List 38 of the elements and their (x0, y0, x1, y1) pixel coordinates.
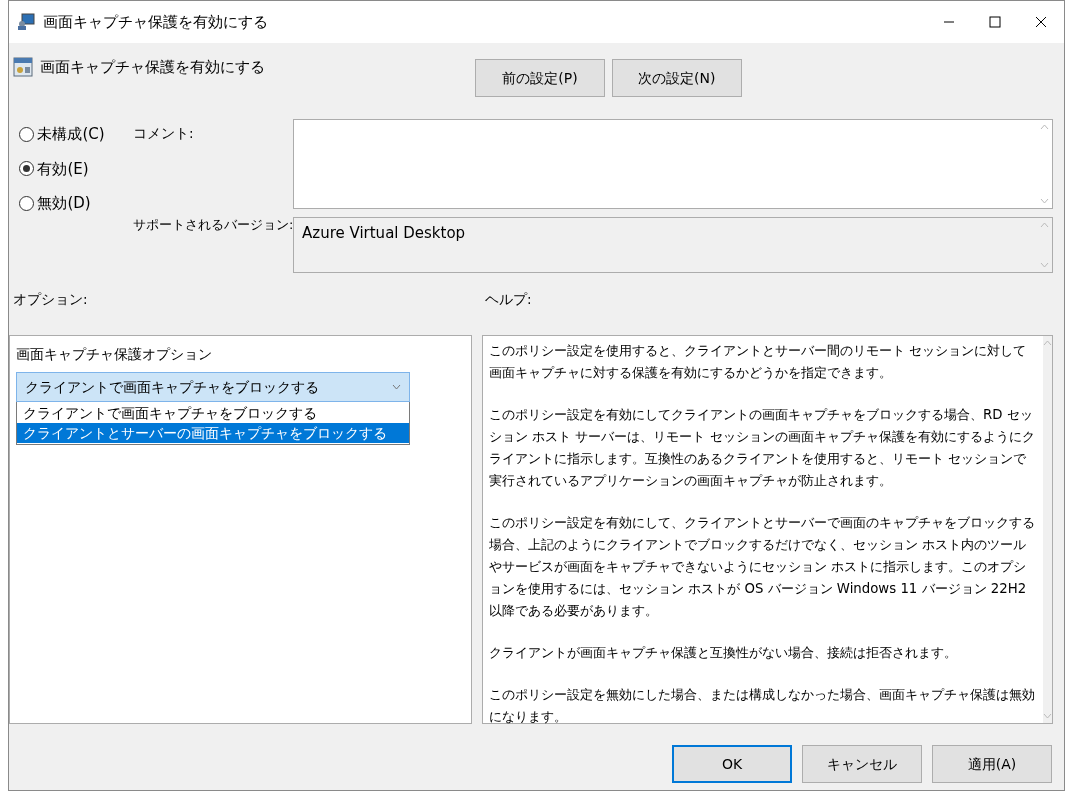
radio-button[interactable] (19, 126, 34, 142)
policy-title: 画面キャプチャ保護を有効にする (39, 58, 265, 77)
maximize-icon[interactable] (989, 16, 1001, 28)
scroll-down-icon[interactable] (1043, 713, 1052, 719)
nav-button[interactable]: 前の設定(P) (475, 59, 605, 97)
comment-label: コメント: (133, 124, 195, 143)
computer-icon (17, 13, 35, 31)
options-label: オプション: (13, 290, 89, 309)
radio-label: 未構成(C) (37, 124, 105, 145)
help-paragraph: このポリシー設定を無効にした場合、または構成しなかった場合、画面キャプチャ保護は無効になります。 (489, 686, 1036, 726)
close-icon[interactable] (1035, 16, 1047, 28)
supported-versions-field: Azure Virtual Desktop (293, 217, 1053, 273)
dropdown[interactable]: クライアントで画面キャプチャをブロックする (16, 372, 410, 403)
help-paragraph: クライアントが画面キャプチャ保護と互換性がない場合、接続は拒否されます。 (489, 644, 958, 662)
scroll-down-icon[interactable] (1039, 262, 1049, 268)
window-title: 画面キャプチャ保護を有効にする (43, 11, 268, 33)
dropdown-option[interactable]: クライアントで画面キャプチャをブロックする (17, 403, 409, 424)
dialog-button[interactable]: 適用(A) (932, 745, 1052, 783)
dialog-button[interactable]: OK (672, 745, 792, 783)
help-paragraph: このポリシー設定を使用すると、クライアントとサーバー間のリモート セッションに対して画面キャプチャに対する保護を有効にするかどうかを指定できます。 (489, 342, 1028, 382)
scroll-up-icon[interactable] (1043, 340, 1052, 346)
help-label: ヘルプ: (485, 290, 532, 309)
help-paragraph: このポリシー設定を有効にして、クライアントとサーバーで画面のキャプチャをブロックする場合、上記のようにクライアントでブロックするだけでなく、セッション ホスト内のツールやサービスが画面をキャプチャできないようにセッション ホストに指示します。このオプションを使用するには、セッション ホストが OS バージョン Windows 11 バージョン 22H2 以降である必要があります。 (489, 514, 1036, 620)
supported-versions-label: サポートされるバージョン: (133, 216, 293, 234)
radio-label: 無効(D) (37, 193, 91, 214)
help-paragraph: このポリシー設定を有効にしてクライアントの画面キャプチャをブロックする場合、RD セッション ホスト サーバーは、リモート セッションの画面キャプチャ保護を有効にするようにクライアントに指示します。互換性のあるクライアントを使用すると、リモート セッションで実行されているアプリケーションの画面キャプチャが防止されます。 (489, 406, 1036, 490)
comment-field[interactable] (293, 119, 1053, 209)
dialog-button[interactable]: キャンセル (802, 745, 922, 783)
radio-button[interactable] (19, 195, 34, 211)
dropdown-option[interactable]: クライアントとサーバーの画面キャプチャをブロックする (17, 423, 409, 444)
option-label: 画面キャプチャ保護オプション (16, 345, 213, 364)
policy-icon (13, 57, 33, 77)
radio-label: 有効(E) (37, 158, 89, 180)
scroll-up-icon[interactable] (1039, 124, 1049, 130)
nav-button[interactable]: 次の設定(N) (611, 59, 742, 97)
radio-button[interactable] (19, 161, 34, 177)
scroll-up-icon[interactable] (1039, 222, 1049, 228)
scroll-down-icon[interactable] (1039, 198, 1049, 204)
